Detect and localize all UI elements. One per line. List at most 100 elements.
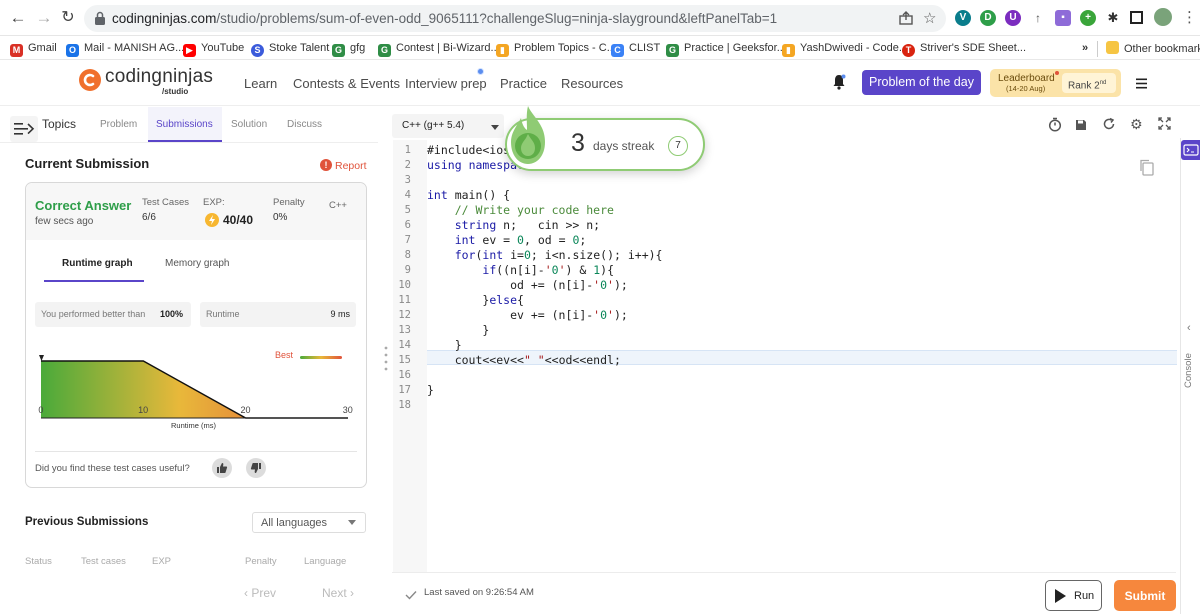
bookmarks-overflow[interactable]: » <box>1082 41 1088 57</box>
next-label: Next <box>322 586 347 600</box>
nav-resources[interactable]: Resources <box>561 76 623 91</box>
share-icon[interactable] <box>899 11 913 25</box>
prev-page-button[interactable]: ‹ Prev <box>244 586 276 600</box>
code-line: int main() { <box>427 188 511 202</box>
other-bookmarks[interactable]: Other bookmarks <box>1106 41 1200 57</box>
bookmark-stoke[interactable]: S Stoke Talent <box>251 41 329 57</box>
chevron-down-icon <box>491 125 499 130</box>
code-line: cout<<ev<<" "<<od<<endl; <box>427 353 621 367</box>
extension-plus-icon[interactable]: + <box>1080 10 1096 26</box>
nav-practice[interactable]: Practice <box>500 76 547 91</box>
rank-pill: Rank 2nd <box>1062 73 1116 93</box>
tab-discuss[interactable]: Discuss <box>287 119 322 130</box>
url-text[interactable]: codingninjas.com/studio/problems/sum-of-… <box>112 11 777 26</box>
bookmark-youtube[interactable]: ▶ YouTube <box>183 41 244 57</box>
line-number: 7 <box>404 234 411 246</box>
divider <box>0 142 378 143</box>
play-icon <box>1055 589 1066 603</box>
line-number: 5 <box>404 204 411 216</box>
extension-v-icon[interactable]: V <box>955 10 971 26</box>
problem-of-the-day-button[interactable]: Problem of the day <box>862 70 981 95</box>
tab-memory-graph[interactable]: Memory graph <box>165 258 229 269</box>
fullscreen-icon[interactable] <box>1158 117 1171 130</box>
reset-icon[interactable] <box>1102 117 1116 131</box>
tab-submissions[interactable]: Submissions <box>148 107 222 142</box>
feedback-question: Did you find these test cases useful? <box>35 463 190 474</box>
bookmark-label: Other bookmarks <box>1124 43 1200 55</box>
streak-count: 3 <box>571 129 585 157</box>
back-icon[interactable]: ← <box>8 8 28 28</box>
streak-target: 7 <box>668 136 688 156</box>
nav-contests-events[interactable]: Contests & Events <box>293 76 400 91</box>
extension-u-icon[interactable]: U <box>1005 10 1021 26</box>
forward-icon[interactable]: → <box>34 8 54 28</box>
topics-toggle[interactable] <box>10 116 38 142</box>
console-toggle[interactable] <box>1181 140 1200 160</box>
chevron-left-icon[interactable]: ‹ <box>1187 322 1191 334</box>
code-line: } <box>427 323 490 337</box>
settings-gear-icon[interactable]: ⚙ <box>1130 116 1143 133</box>
panel-resize-handle[interactable] <box>384 344 388 374</box>
logo-text[interactable]: codingninjas <box>105 66 213 88</box>
save-icon[interactable] <box>1075 118 1087 130</box>
extension-grid-icon[interactable]: ▪ <box>1055 10 1071 26</box>
star-icon[interactable]: ☆ <box>923 9 936 27</box>
bookmark-contest[interactable]: G Contest | Bi-Wizard... <box>378 41 500 57</box>
better-than-label: You performed better than <box>41 309 146 319</box>
gfg-icon: G <box>378 44 391 57</box>
bookmark-striver[interactable]: T Striver's SDE Sheet... <box>902 41 1026 57</box>
report-link[interactable]: Report <box>335 160 367 172</box>
tab-runtime-graph[interactable]: Runtime graph <box>62 258 133 269</box>
bell-icon[interactable] <box>832 74 846 90</box>
x-tick-label: 10 <box>138 405 149 415</box>
code-editor[interactable]: 1 2 3 4 5 6 7 8 9 10 11 12 13 14 15 16 17 18 #include<ios… <box>393 140 1177 572</box>
menu-kebab-icon[interactable]: ⋮ <box>1182 8 1197 26</box>
bookmark-practice[interactable]: G Practice | Geeksfor... <box>666 41 786 57</box>
thumbs-up-button[interactable] <box>212 458 232 478</box>
line-number: 9 <box>404 264 411 276</box>
submit-button[interactable]: Submit <box>1114 580 1176 611</box>
bar-chart-icon: ▮ <box>496 44 509 57</box>
logo-icon[interactable] <box>79 69 101 91</box>
bookmark-clist[interactable]: C CLIST <box>611 41 660 57</box>
profile-avatar[interactable] <box>1154 8 1172 26</box>
tab-solution[interactable]: Solution <box>231 119 267 130</box>
bookmark-gfg[interactable]: Ggfg <box>332 41 365 57</box>
sidebar-toggle-icon[interactable] <box>1130 11 1143 24</box>
current-runtime-marker <box>39 355 44 361</box>
prev-label: Prev <box>251 586 277 600</box>
thumbs-down-button[interactable] <box>246 458 266 478</box>
nav-interview-prep[interactable]: Interview prep <box>405 76 487 91</box>
next-page-button[interactable]: Next › <box>322 586 354 600</box>
copy-icon[interactable] <box>1139 159 1154 176</box>
tab-problem[interactable]: Problem <box>100 119 137 130</box>
bookmark-yashdwivedi[interactable]: ▮ YashDwivedi - Code... <box>782 41 908 57</box>
bookmark-mail[interactable]: O Mail - MANISH AG... <box>66 41 184 57</box>
reload-icon[interactable]: ↻ <box>58 8 78 28</box>
language-select[interactable]: C++ (g++ 5.4) <box>392 114 504 138</box>
topics-label[interactable]: Topics <box>42 117 76 131</box>
penalty-label: Penalty <box>273 197 305 208</box>
hamburger-menu-icon[interactable] <box>1136 76 1147 89</box>
chevron-down-icon <box>348 520 356 525</box>
language-filter-value: All languages <box>261 517 328 529</box>
extension-pin-icon[interactable]: ↑ <box>1030 10 1046 26</box>
extension-d-icon[interactable]: D <box>980 10 996 26</box>
language-filter-select[interactable]: All languages <box>252 512 366 533</box>
line-number: 1 <box>404 144 411 156</box>
leaderboard-badge[interactable]: Leaderboard (14-20 Aug) Rank 2nd <box>990 69 1121 97</box>
run-button[interactable]: Run <box>1045 580 1102 611</box>
url-path: /studio/problems/sum-of-even-odd_9065111… <box>216 11 778 26</box>
chevron-left-icon: ‹ <box>244 586 248 600</box>
time-ago: few secs ago <box>35 216 94 227</box>
timer-icon[interactable] <box>1048 117 1062 132</box>
bookmark-problem-topics[interactable]: ▮ Problem Topics - C... <box>496 41 616 57</box>
thumbs-down-icon <box>250 463 261 473</box>
chevron-right-icon: › <box>350 586 355 600</box>
puzzle-icon[interactable]: ✱ <box>1105 10 1121 26</box>
streak-popup: 3 days streak 7 <box>505 106 705 171</box>
nav-learn[interactable]: Learn <box>244 76 277 91</box>
bookmark-gmail[interactable]: M Gmail <box>10 41 57 57</box>
console-label[interactable]: Console <box>1183 353 1194 388</box>
x-tick-label: 30 <box>342 405 353 415</box>
